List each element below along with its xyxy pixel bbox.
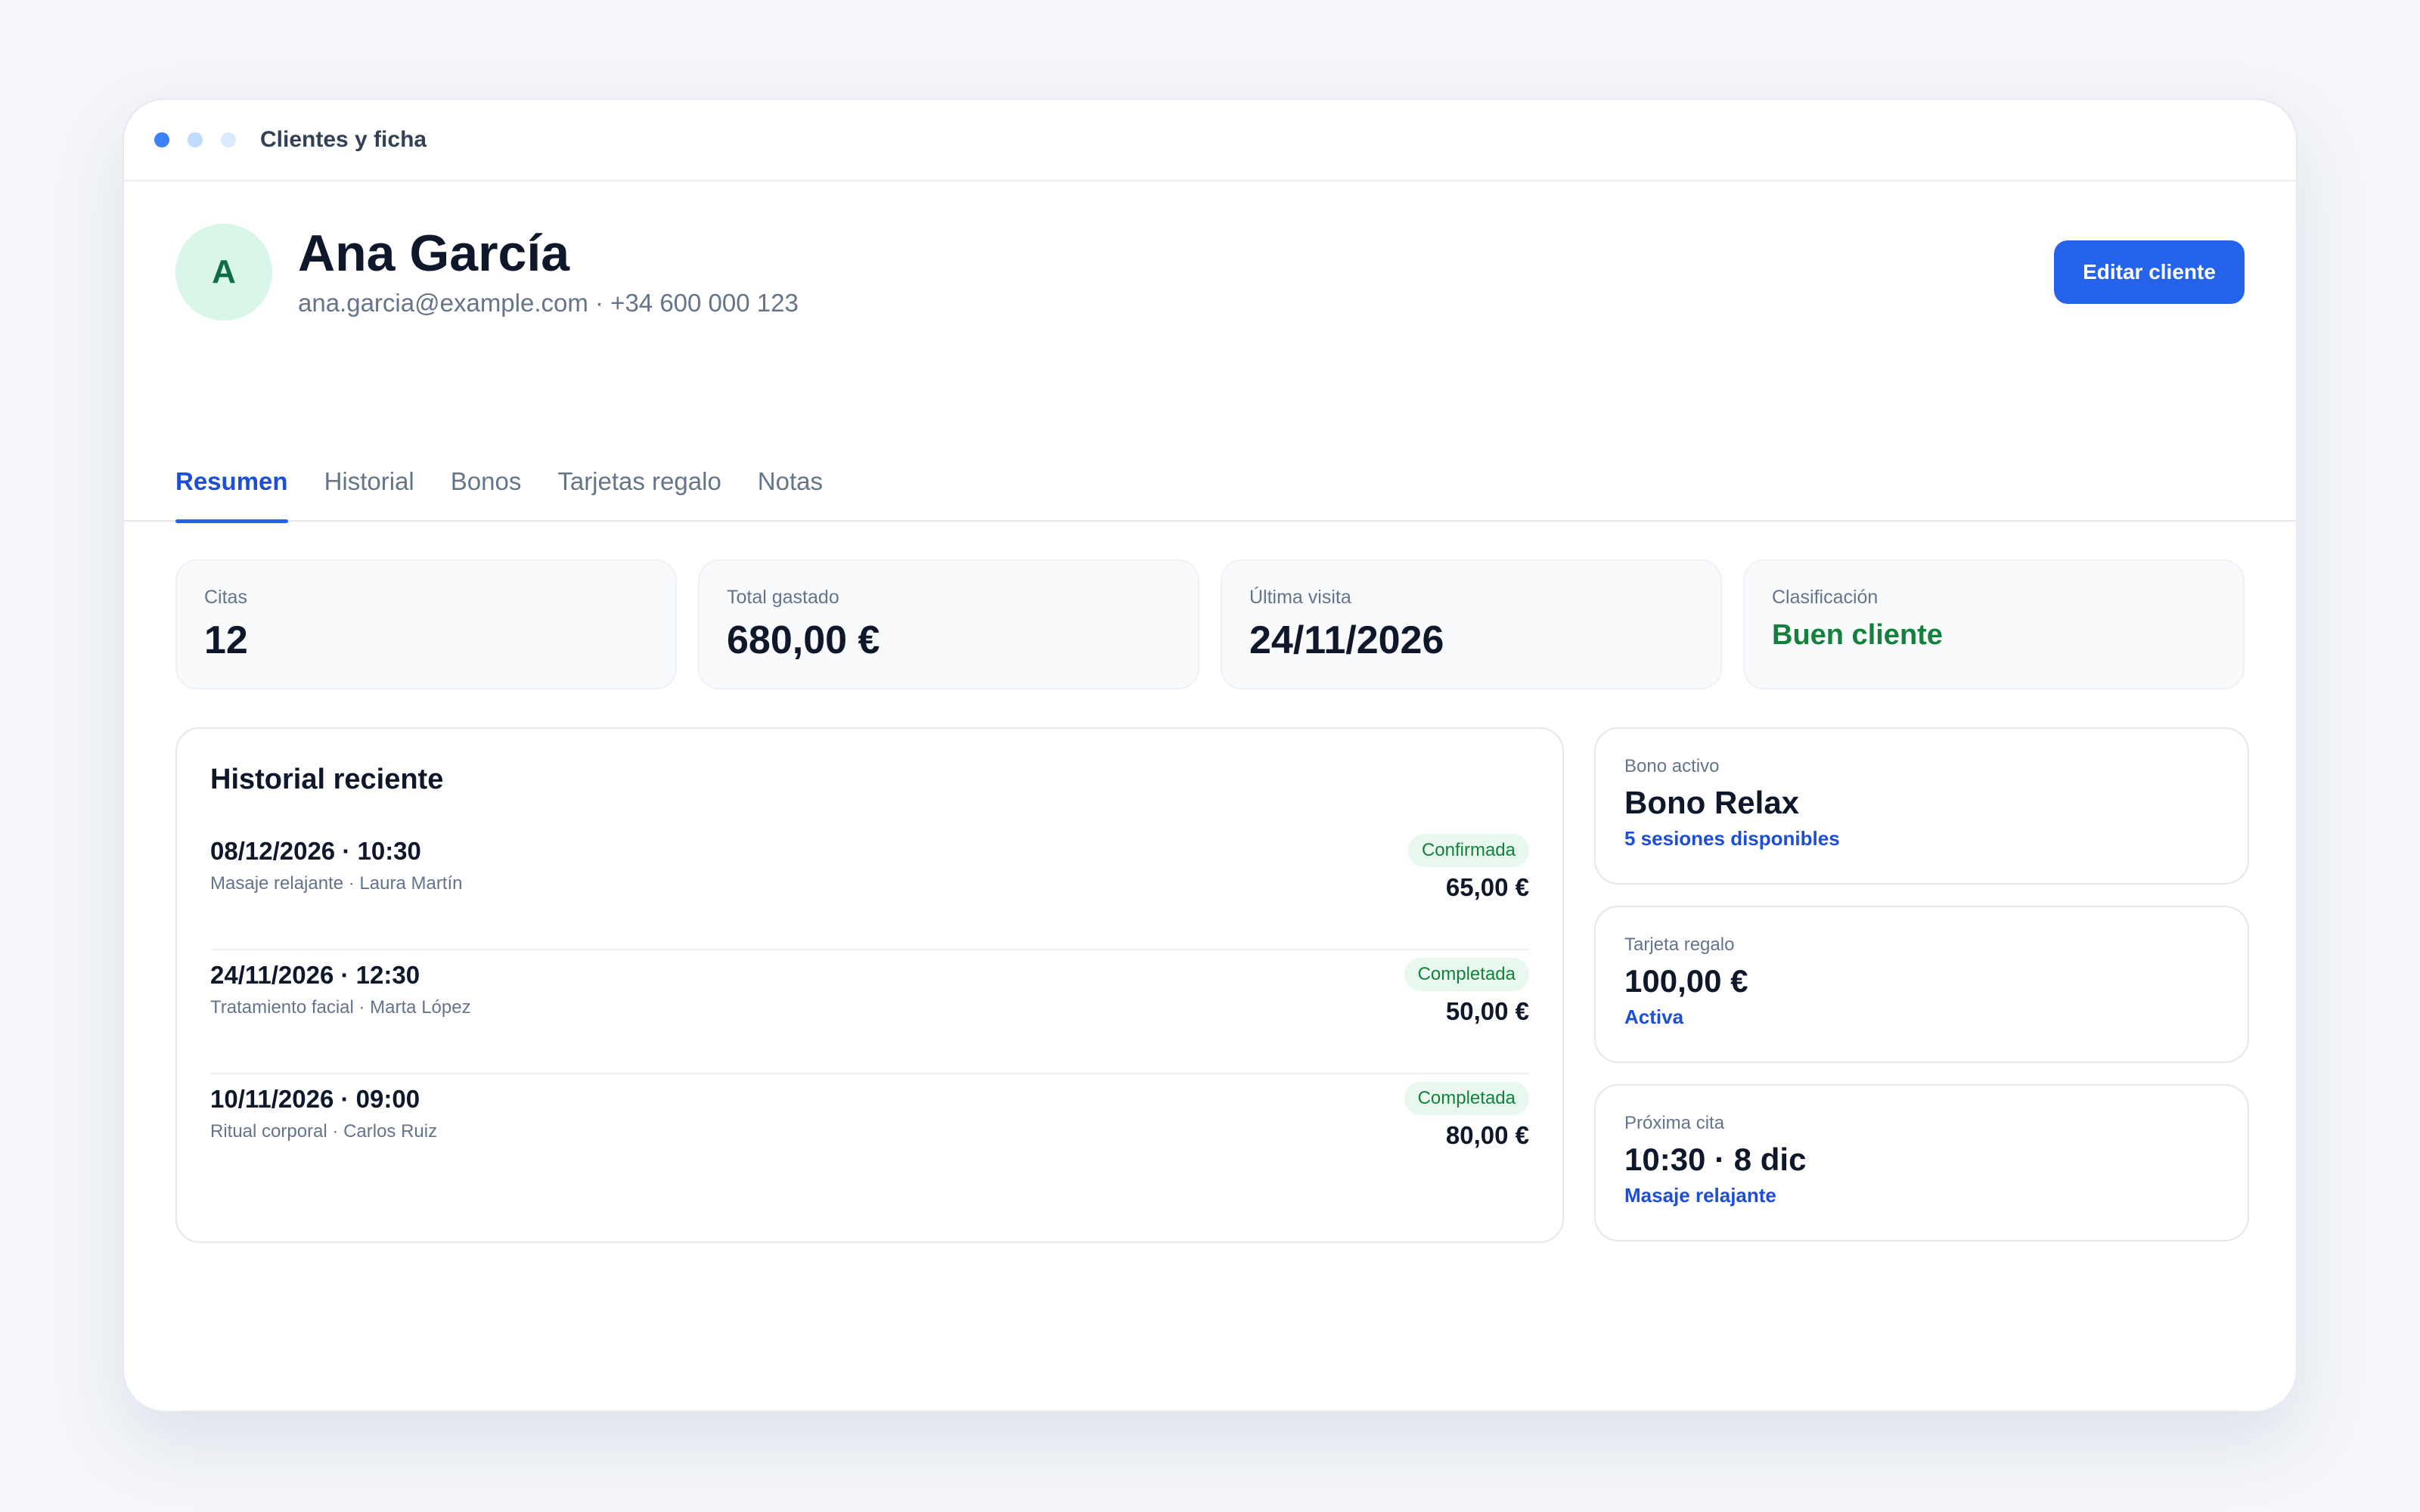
tab-bonos[interactable]: Bonos [451, 461, 522, 522]
stats-row: Citas 12 Total gastado 680,00 € Última v… [175, 559, 2245, 689]
appointment-amount: 65,00 € [1445, 873, 1529, 901]
card-label: Tarjeta regalo [1624, 934, 1735, 955]
status-badge: Completada [1404, 1082, 1529, 1115]
stat-value: 12 [204, 618, 248, 662]
window-dot-1[interactable] [154, 132, 169, 147]
client-name: Ana García [298, 225, 570, 283]
appointment-datetime: 08/12/2026 · 10:30 [210, 837, 421, 865]
card-value: Bono Relax [1624, 785, 1800, 820]
edit-client-button[interactable]: Editar cliente [2054, 240, 2245, 304]
history-title: Historial reciente [210, 764, 444, 795]
history-row-meta: Completada 50,00 € [1404, 950, 1529, 1026]
history-row[interactable]: 10/11/2026 · 09:00 Ritual corporal · Car… [210, 1074, 1529, 1198]
title-bar: Clientes y ficha [124, 100, 2296, 181]
appointment-service: Masaje relajante · Laura Martín [210, 873, 463, 894]
window-dot-3[interactable] [221, 132, 236, 147]
stat-label: Total gastado [727, 587, 839, 608]
history-row-meta: Confirmada 65,00 € [1407, 826, 1529, 902]
history-row[interactable]: 08/12/2026 · 10:30 Masaje relajante · La… [210, 826, 1529, 950]
card-bono-activo[interactable]: Bono activo Bono Relax 5 sesiones dispon… [1594, 727, 2249, 885]
classification-value: Buen cliente [1772, 619, 1943, 651]
card-sub: Activa [1624, 1005, 1684, 1028]
appointment-service: Tratamiento facial · Marta López [210, 997, 471, 1018]
stat-value: 680,00 € [727, 618, 880, 662]
appointment-amount: 80,00 € [1445, 1121, 1529, 1149]
tab-resumen[interactable]: Resumen [175, 461, 288, 523]
card-tarjeta-regalo[interactable]: Tarjeta regalo 100,00 € Activa [1594, 906, 2249, 1063]
window-title: Clientes y ficha [260, 127, 427, 152]
stat-label: Clasificación [1772, 587, 1879, 608]
recent-history-panel: Historial reciente 08/12/2026 · 10:30 Ma… [175, 727, 1564, 1243]
history-row[interactable]: 24/11/2026 · 12:30 Tratamiento facial · … [210, 950, 1529, 1074]
stat-citas: Citas 12 [175, 559, 677, 689]
stat-ultima-visita: Última visita 24/11/2026 [1221, 559, 1722, 689]
history-row-meta: Completada 80,00 € [1404, 1074, 1529, 1150]
card-sub: Masaje relajante [1624, 1184, 1776, 1207]
appointment-amount: 50,00 € [1445, 997, 1529, 1025]
card-sub: 5 sesiones disponibles [1624, 827, 1840, 850]
card-value: 10:30 · 8 dic [1624, 1142, 1807, 1177]
stat-label: Última visita [1249, 587, 1351, 608]
client-info: Ana García ana.garcia@example.com · +34 … [298, 225, 799, 317]
card-value: 100,00 € [1624, 963, 1748, 999]
stat-clasificacion: Clasificación Buen cliente [1743, 559, 2245, 689]
history-list: 08/12/2026 · 10:30 Masaje relajante · La… [210, 826, 1529, 1198]
history-row-info: 24/11/2026 · 12:30 Tratamiento facial · … [210, 950, 471, 1018]
status-badge: Confirmada [1407, 834, 1529, 867]
app-window: Clientes y ficha A Ana García ana.garcia… [123, 98, 2297, 1412]
history-row-info: 10/11/2026 · 09:00 Ritual corporal · Car… [210, 1074, 437, 1142]
appointment-service: Ritual corporal · Carlos Ruiz [210, 1121, 438, 1142]
tab-bar: Resumen Historial Bonos Tarjetas regalo … [124, 461, 2296, 523]
stat-label: Citas [204, 587, 247, 608]
client-header: A Ana García ana.garcia@example.com · +3… [175, 224, 2245, 321]
tab-tarjetas-regalo[interactable]: Tarjetas regalo [557, 461, 721, 522]
card-label: Bono activo [1624, 756, 1720, 776]
appointment-datetime: 10/11/2026 · 09:00 [210, 1085, 420, 1113]
window-dot-2[interactable] [188, 132, 203, 147]
status-badge: Completada [1404, 958, 1529, 991]
avatar: A [175, 224, 272, 321]
stat-total-gastado: Total gastado 680,00 € [698, 559, 1199, 689]
side-cards: Bono activo Bono Relax 5 sesiones dispon… [1594, 727, 2249, 1263]
history-row-info: 08/12/2026 · 10:30 Masaje relajante · La… [210, 826, 463, 894]
card-label: Próxima cita [1624, 1113, 1725, 1133]
card-proxima-cita[interactable]: Próxima cita 10:30 · 8 dic Masaje relaja… [1594, 1084, 2249, 1241]
tab-historial[interactable]: Historial [324, 461, 414, 522]
stat-value: 24/11/2026 [1249, 618, 1444, 662]
client-contact: ana.garcia@example.com · +34 600 000 123 [298, 288, 799, 317]
tab-notas[interactable]: Notas [758, 461, 823, 522]
appointment-datetime: 24/11/2026 · 12:30 [210, 961, 420, 989]
